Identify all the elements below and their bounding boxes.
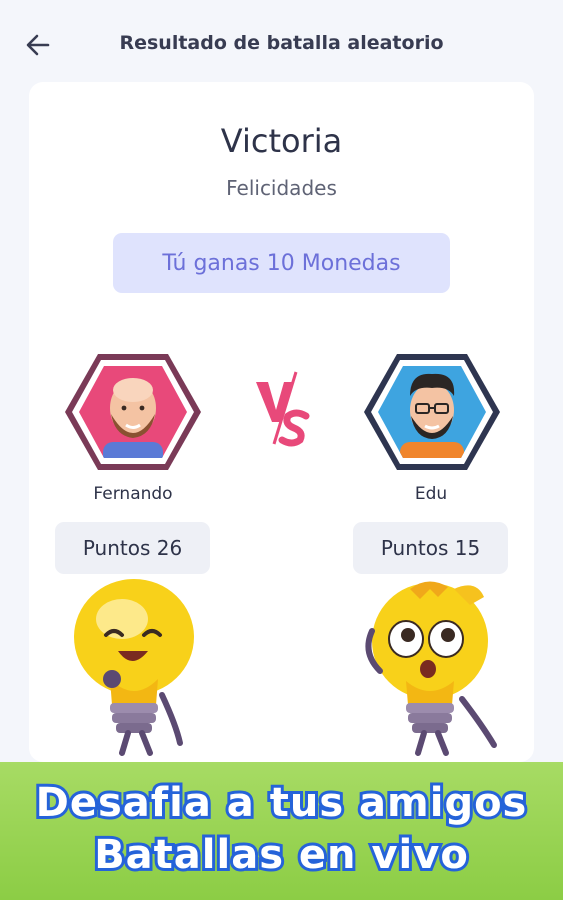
top-bar: Resultado de batalla aleatorio — [0, 0, 563, 88]
banner-line-1: Desafia a tus amigos — [33, 777, 530, 829]
bulb-mascot-cracked — [365, 581, 497, 756]
player-1-score: Puntos 26 — [55, 522, 210, 574]
reward-badge: Tú ganas 10 Monedas — [113, 233, 450, 293]
banner-line-2: Batallas en vivo — [91, 829, 471, 881]
result-heading: Victoria — [220, 122, 343, 160]
page-title: Resultado de batalla aleatorio — [119, 32, 444, 54]
avatar-player-2 — [362, 350, 502, 474]
bulb-mascot-laughing — [74, 579, 194, 756]
player-2-name: Edu — [414, 484, 448, 504]
result-subheading: Felicidades — [226, 176, 337, 200]
vs-icon — [256, 371, 310, 447]
avatar-player-1 — [63, 350, 203, 474]
player-2-score: Puntos 15 — [353, 522, 508, 574]
player-1-name: Fernando — [93, 484, 173, 504]
